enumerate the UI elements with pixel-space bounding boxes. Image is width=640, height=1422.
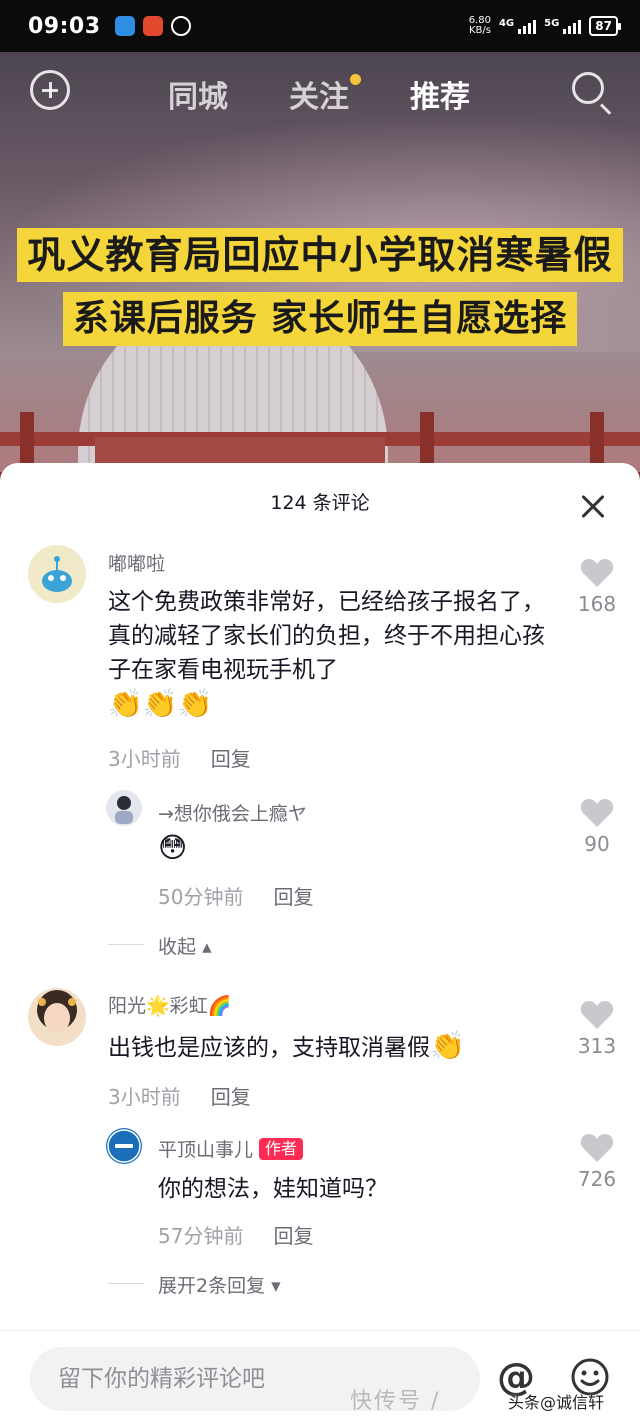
search-icon[interactable] [572, 72, 604, 104]
signal-5g-icon: 5G [544, 18, 582, 34]
top-nav: 同城 关注 推荐 [0, 66, 640, 116]
avatar-alien-icon [42, 556, 72, 592]
like-count: 90 [584, 832, 610, 856]
clap-emoji: 👏👏👏 [108, 687, 213, 720]
clap-emoji: 👏 [430, 1029, 465, 1062]
avatar-logo-icon [107, 1129, 141, 1163]
add-icon[interactable] [30, 70, 70, 110]
comments-count-title: 124 条评论 [270, 492, 370, 514]
thread-divider [108, 1283, 144, 1284]
close-icon[interactable] [578, 491, 610, 523]
heart-icon [580, 1134, 614, 1162]
net-speed-unit: KB/s [468, 25, 491, 36]
status-right: 6.80 KB/s 4G 5G 87 [469, 16, 621, 36]
comment-input-bar: 留下你的精彩评论吧 @ 快传号 / 头条@诚信轩 [0, 1330, 640, 1422]
reply-meta: 57分钟前 回复 [158, 1220, 313, 1249]
comment-username[interactable]: 嘟嘟啦 [108, 549, 165, 576]
caret-down-icon: ▾ [271, 1275, 281, 1297]
status-time: 09:03 [28, 13, 101, 39]
avatar[interactable] [106, 790, 142, 826]
expand-replies-button[interactable]: 展开2条回复 ▾ [158, 1271, 281, 1298]
comments-sheet: 124 条评论 嘟嘟啦 这个免费政策非常好，已经给孩子报名了，真的减轻了家长们的… [0, 463, 640, 1422]
comment-text: 这个免费政策非常好，已经给孩子报名了，真的减轻了家长们的负担，终于不用担心孩子在… [108, 589, 545, 720]
caret-up-icon: ▴ [202, 936, 212, 958]
tab-following[interactable]: 关注 [289, 72, 361, 116]
reply-button[interactable]: 回复 [273, 881, 313, 910]
comment-text: 出钱也是应该的，支持取消暑假👏 [108, 1029, 465, 1062]
status-bar: 09:03 6.80 KB/s 4G 5G 87 [0, 0, 640, 52]
comment-meta: 3小时前 回复 [108, 1081, 251, 1110]
reply-meta: 50分钟前 回复 [158, 881, 313, 910]
reply-button[interactable]: 回复 [211, 743, 251, 772]
comment-username[interactable]: 阳光🌟彩虹🌈 [108, 991, 231, 1018]
shop-notification-icon [142, 16, 163, 36]
status-app-icons [114, 16, 191, 36]
like-button[interactable]: 90 [572, 798, 622, 856]
comment-meta: 3小时前 回复 [108, 743, 251, 772]
tab-recommend[interactable]: 推荐 [410, 72, 470, 116]
like-button[interactable]: 313 [572, 1000, 622, 1058]
app-notification-icon [114, 16, 135, 36]
reply-time: 57分钟前 [158, 1224, 244, 1248]
comment-time: 3小时前 [108, 1085, 181, 1109]
like-count: 313 [577, 1034, 617, 1058]
reply-button[interactable]: 回复 [273, 1220, 313, 1249]
reply-text: 😳 [158, 831, 187, 867]
comment-time: 3小时前 [108, 747, 181, 771]
reply-username[interactable]: 平顶山事儿 作者 [158, 1135, 304, 1162]
play-notification-icon [170, 16, 191, 36]
avatar-figure-icon [115, 796, 133, 824]
flushed-emoji: 😳 [158, 831, 188, 864]
video-headline-2: 系课后服务 家长师生自愿选择 [0, 292, 640, 346]
avatar-person-icon [37, 990, 77, 1033]
like-button[interactable]: 168 [572, 558, 622, 616]
collapse-replies-button[interactable]: 收起 ▴ [158, 932, 212, 959]
like-count: 168 [577, 592, 617, 616]
like-button[interactable]: 726 [572, 1133, 622, 1191]
thread-divider [108, 944, 144, 945]
heart-icon [580, 799, 614, 827]
battery-icon: 87 [589, 16, 621, 36]
reply-button[interactable]: 回复 [211, 1081, 251, 1110]
avatar[interactable] [28, 988, 86, 1046]
video-headline-1: 巩义教育局回应中小学取消寒暑假 [0, 228, 640, 282]
watermark-text: 快传号 / [350, 1389, 441, 1414]
like-count: 726 [577, 1167, 617, 1191]
tab-local[interactable]: 同城 [168, 72, 228, 116]
heart-icon [580, 1001, 614, 1029]
author-badge: 作者 [259, 1138, 304, 1160]
video-player[interactable]: 巩义教育局回应中小学取消寒暑假 系课后服务 家长师生自愿选择 [0, 52, 640, 482]
new-content-dot [350, 74, 361, 85]
avatar[interactable] [28, 545, 86, 603]
avatar[interactable] [106, 1128, 142, 1164]
net-speed: 6.80 KB/s [469, 16, 491, 36]
reply-time: 50分钟前 [158, 885, 244, 909]
reply-username[interactable]: →想你俄会上瘾ヤ [158, 799, 307, 826]
reply-text: 你的想法，娃知道吗？ [158, 1176, 388, 1202]
signal-4g-icon: 4G [499, 18, 537, 34]
heart-icon [580, 559, 614, 587]
watermark-source: 头条@诚信轩 [508, 1393, 605, 1412]
